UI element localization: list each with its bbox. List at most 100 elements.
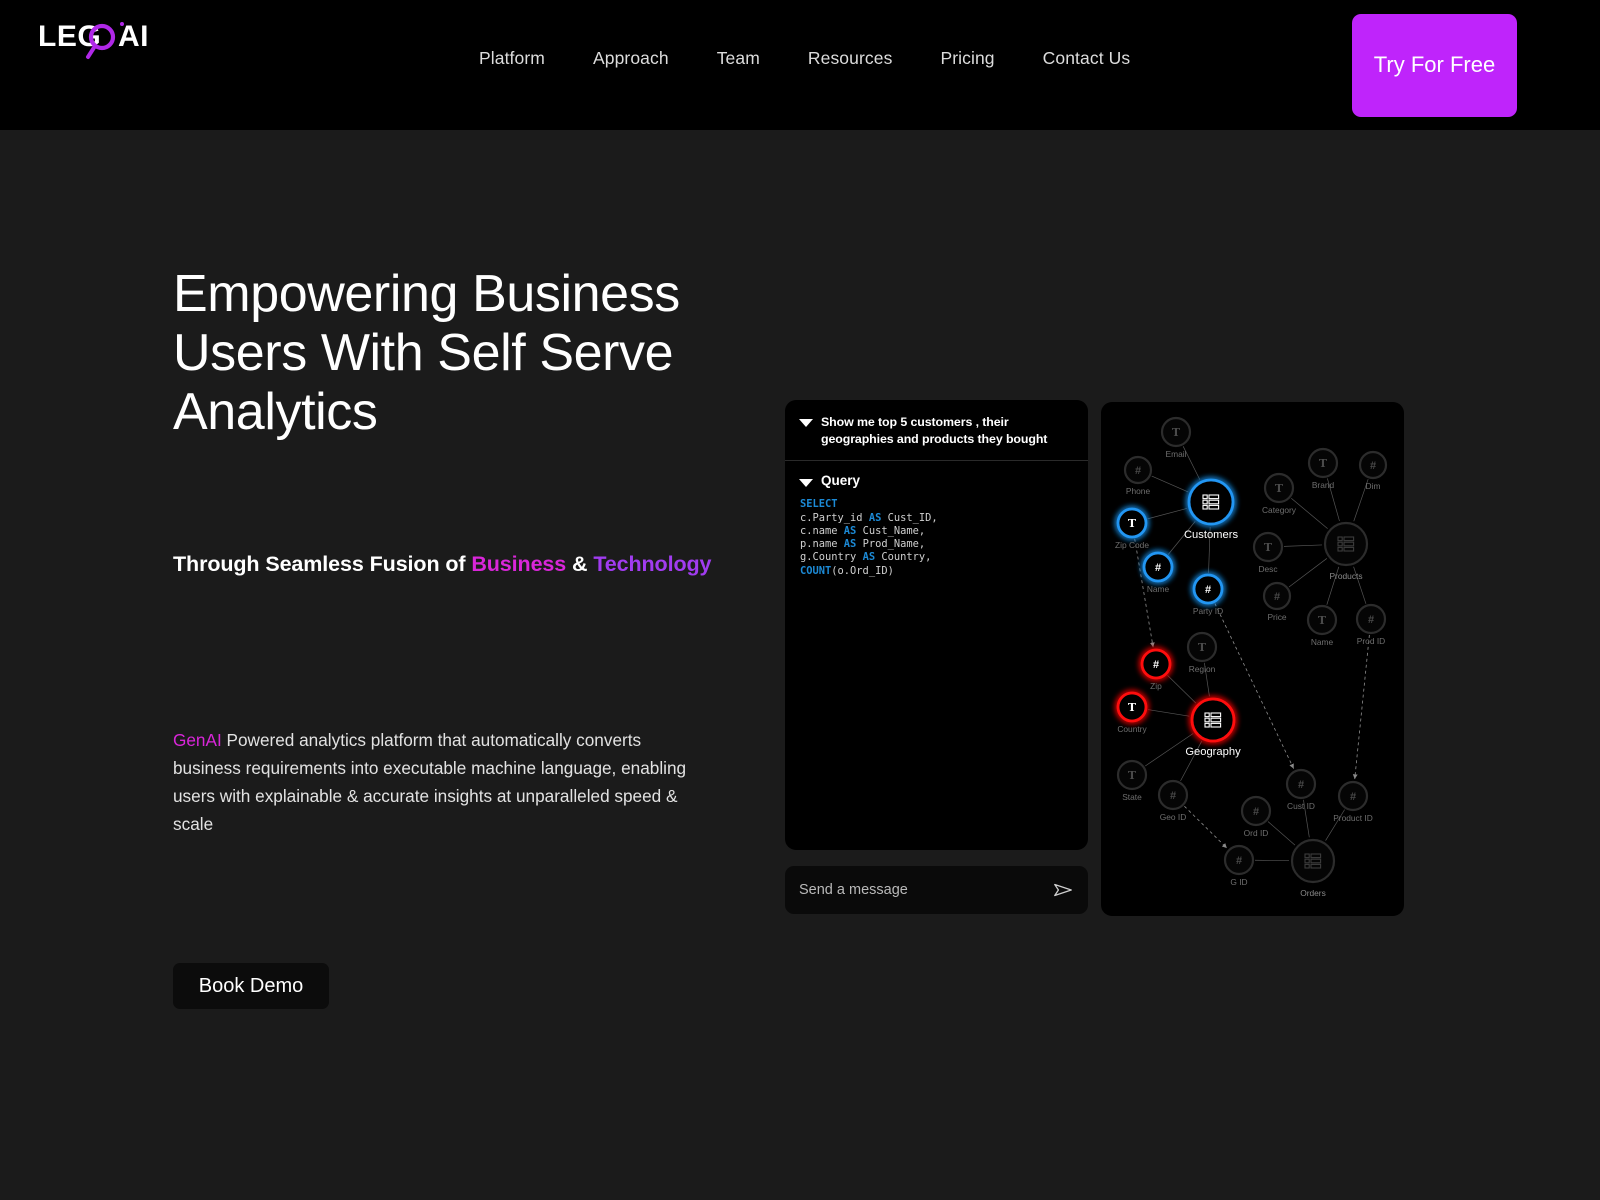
sql-token: (o.Ord_ID)	[831, 564, 894, 577]
knowledge-graph[interactable]: T Email # Phone T Zip Code # Name Customers # Part…	[1101, 402, 1404, 916]
node-label: Phone	[1126, 486, 1151, 496]
graph-node-prodid[interactable]: # Prod ID	[1355, 603, 1387, 646]
node-circle	[1190, 697, 1236, 743]
graph-node-zip[interactable]: # Zip	[1140, 648, 1172, 691]
hash-icon: #	[1170, 790, 1176, 802]
site-header: LEG AI Platform Approach Team Resources …	[0, 0, 1600, 130]
sql-token: Cust_Name,	[856, 524, 926, 537]
nav-item-pricing[interactable]: Pricing	[916, 48, 1018, 69]
text-type-icon: T	[1128, 517, 1137, 530]
hash-icon: #	[1135, 465, 1141, 477]
hero-description-genai: GenAI	[173, 730, 222, 750]
chat-question-row[interactable]: Show me top 5 customers , their geograph…	[785, 400, 1088, 462]
nav-item-contact-us[interactable]: Contact Us	[1019, 48, 1155, 69]
graph-node-products[interactable]: Products	[1323, 521, 1369, 581]
sql-token: COUNT	[800, 564, 832, 577]
graph-node-customers[interactable]: Customers	[1184, 478, 1238, 541]
send-message-input[interactable]	[799, 882, 1052, 898]
logo-mark: LEG AI	[38, 20, 149, 59]
node-circle	[1323, 521, 1369, 567]
graph-node-price[interactable]: # Price	[1262, 581, 1292, 622]
chat-query-row[interactable]: Query	[785, 461, 1088, 494]
graph-node-ordid[interactable]: # Ord ID	[1240, 795, 1272, 838]
graph-node-category[interactable]: T Category	[1262, 472, 1297, 515]
node-label: Desc	[1258, 564, 1277, 574]
graph-node-productid[interactable]: # Product ID	[1333, 780, 1373, 823]
chevron-down-icon-query[interactable]	[799, 479, 813, 488]
graph-edge	[1151, 475, 1189, 493]
graph-node-name_p[interactable]: T Name	[1306, 604, 1338, 647]
try-for-free-button[interactable]: Try For Free	[1352, 14, 1517, 117]
node-label: G ID	[1230, 877, 1247, 887]
logo[interactable]: LEG AI	[38, 18, 168, 66]
sql-token: AS	[868, 511, 882, 524]
hero-subtitle-amp: &	[566, 552, 594, 576]
graph-node-desc[interactable]: T Desc	[1252, 531, 1284, 574]
graph-edge	[1352, 634, 1370, 780]
graph-edge	[1147, 709, 1190, 717]
node-label: Orders	[1300, 888, 1326, 898]
node-label: Zip	[1150, 681, 1162, 691]
node-label: Dim	[1366, 481, 1381, 491]
graph-node-region[interactable]: T Region	[1186, 631, 1218, 674]
main-nav: Platform Approach Team Resources Pricing…	[455, 48, 1154, 69]
chevron-down-icon-question[interactable]	[799, 419, 813, 427]
nav-item-approach[interactable]: Approach	[569, 48, 693, 69]
graph-node-zipcode[interactable]: T Zip Code	[1115, 507, 1149, 550]
graph-nodes: T Email # Phone T Zip Code # Name Customers # Part…	[1115, 416, 1388, 898]
sql-token: AS	[843, 524, 857, 537]
hero-subtitle-business: Business	[471, 552, 567, 576]
hash-icon: #	[1370, 460, 1376, 472]
hash-icon: #	[1153, 659, 1159, 671]
graph-node-custid[interactable]: # Cust ID	[1285, 768, 1317, 811]
node-label: Email	[1166, 449, 1187, 459]
nav-item-resources[interactable]: Resources	[784, 48, 917, 69]
graph-node-state[interactable]: T State	[1116, 759, 1148, 802]
text-type-icon: T	[1198, 641, 1207, 654]
text-type-icon: T	[1318, 614, 1327, 627]
graph-node-country[interactable]: T Country	[1116, 691, 1147, 734]
hash-icon: #	[1368, 614, 1374, 626]
node-label: Price	[1267, 612, 1286, 622]
chat-input-bar[interactable]	[785, 866, 1088, 914]
graph-node-partyid[interactable]: # Party ID	[1192, 573, 1224, 616]
hash-icon: #	[1274, 591, 1280, 603]
node-label: Name	[1311, 637, 1334, 647]
graph-edge	[1167, 674, 1197, 704]
graph-node-name_c[interactable]: # Name	[1142, 551, 1174, 594]
sql-token: c.Party_id	[800, 511, 869, 524]
node-label: Cust ID	[1287, 801, 1315, 811]
text-type-icon: T	[1264, 541, 1273, 554]
sql-code-block: SELECT c.Party_id AS Cust_ID, c.name AS …	[785, 494, 1088, 588]
chat-query-label: Query	[821, 473, 861, 489]
sql-token: Country,	[875, 551, 932, 564]
graph-node-brand[interactable]: T Brand	[1307, 447, 1339, 490]
graph-node-orders[interactable]: Orders	[1290, 838, 1336, 898]
send-icon[interactable]	[1052, 879, 1074, 901]
sql-token: Cust_ID,	[881, 511, 938, 524]
node-label: Party ID	[1193, 606, 1223, 616]
sql-token: c.name	[800, 524, 844, 537]
nav-item-team[interactable]: Team	[693, 48, 784, 69]
node-label: Products	[1329, 571, 1362, 581]
graph-edge	[1214, 603, 1295, 769]
graph-edge	[1184, 805, 1228, 849]
text-type-icon: T	[1275, 482, 1284, 495]
sql-token: AS	[843, 538, 857, 551]
node-label: Category	[1262, 505, 1297, 515]
graph-node-email[interactable]: T Email	[1160, 416, 1192, 459]
graph-node-dim[interactable]: # Dim	[1358, 450, 1388, 491]
chat-panel: Show me top 5 customers , their geograph…	[785, 400, 1088, 850]
nav-item-platform[interactable]: Platform	[455, 48, 569, 69]
graph-node-geoid[interactable]: # Geo ID	[1157, 779, 1189, 822]
graph-edge	[1288, 558, 1328, 588]
book-demo-button[interactable]: Book Demo	[173, 963, 329, 1009]
node-label: Geography	[1185, 746, 1241, 758]
page-title: Empowering Business Users With Self Serv…	[173, 265, 680, 441]
hero-subtitle-prefix: Through Seamless Fusion of	[173, 552, 472, 576]
graph-node-gid[interactable]: # G ID	[1223, 844, 1255, 887]
graph-node-phone[interactable]: # Phone	[1123, 455, 1153, 496]
graph-node-geography[interactable]: Geography	[1185, 697, 1241, 758]
node-label: Geo ID	[1160, 812, 1187, 822]
sql-token: SELECT	[800, 498, 838, 511]
